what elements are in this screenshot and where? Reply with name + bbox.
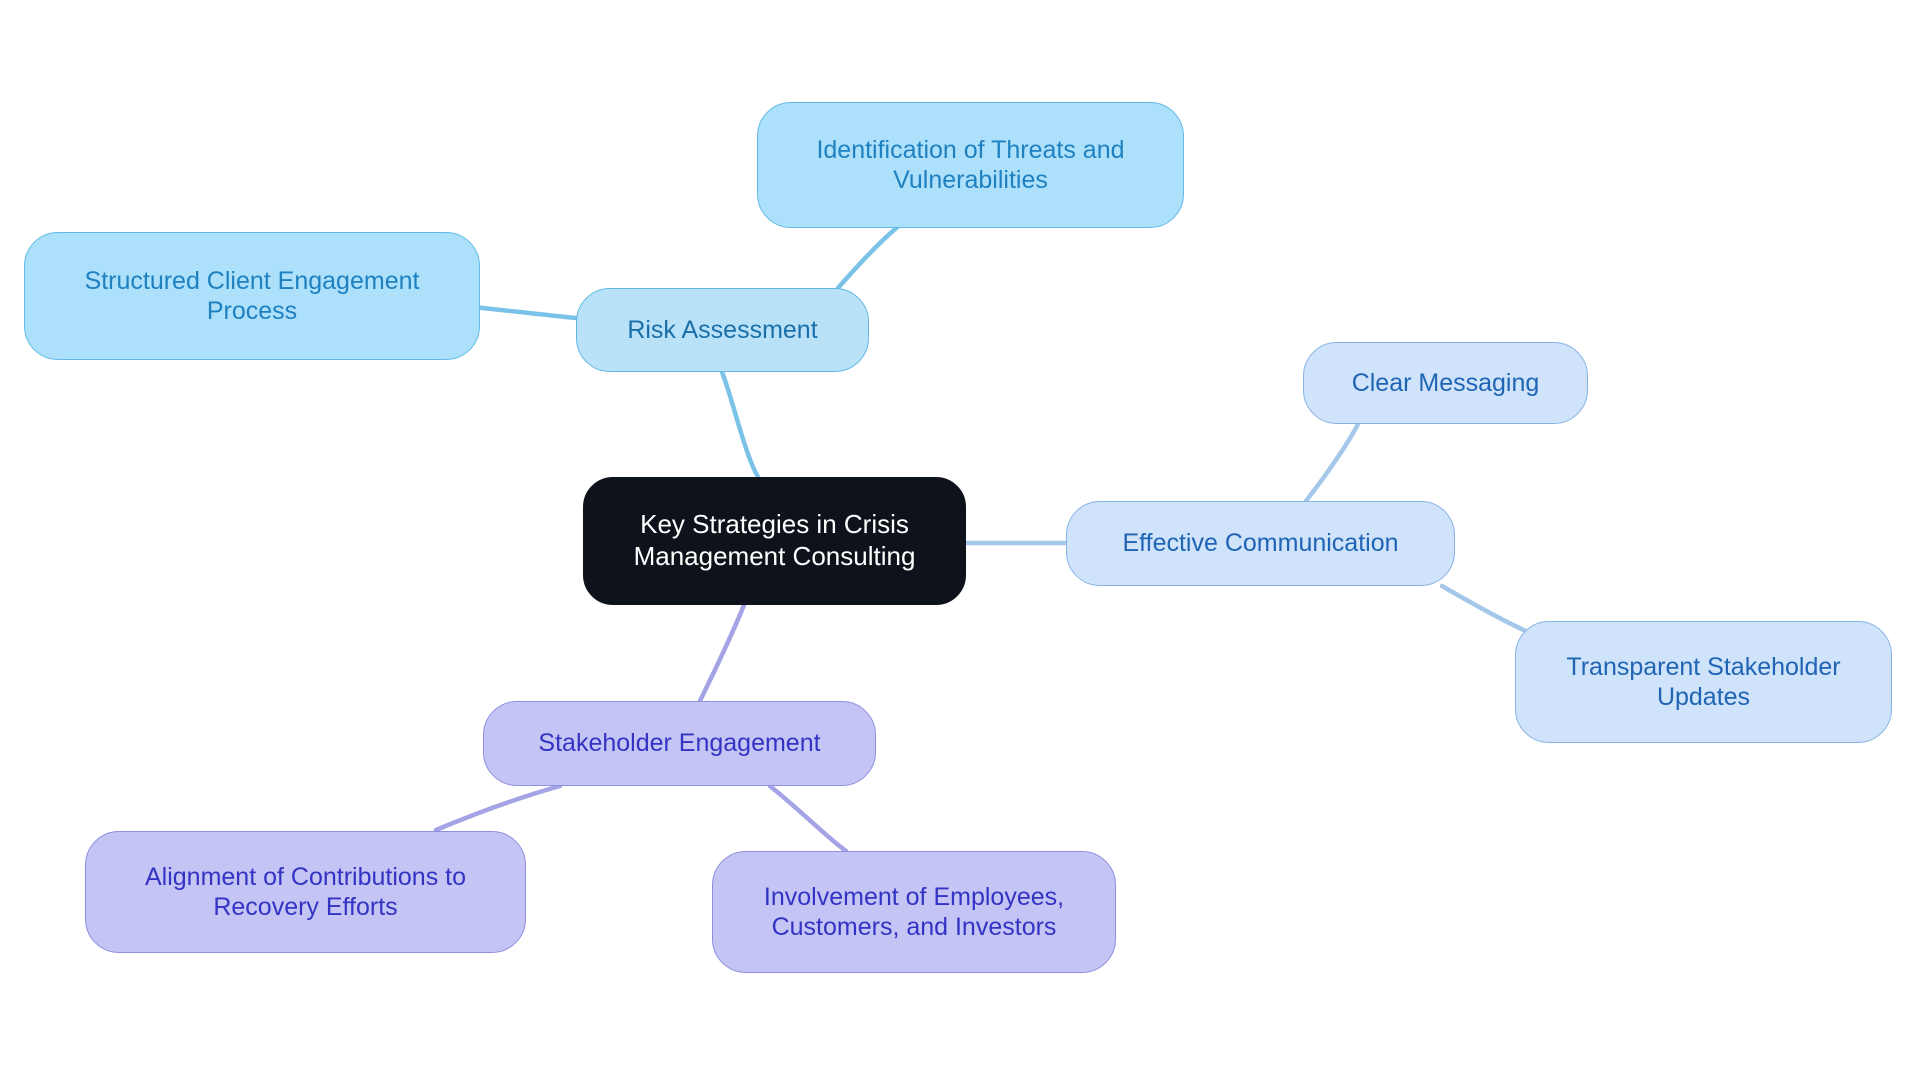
- node-label-risk-assessment: Risk Assessment: [627, 315, 818, 344]
- node-label-involvement-employees-customers-investors: Involvement of Employees, Customers, and…: [763, 882, 1065, 942]
- edge-stakeholder-alignment: [433, 783, 563, 833]
- node-label-effective-communication: Effective Communication: [1122, 529, 1399, 558]
- node-effective-communication[interactable]: Effective Communication: [1066, 501, 1455, 586]
- node-label-clear-messaging: Clear Messaging: [1351, 368, 1540, 397]
- edge-comm-transparent: [1439, 583, 1531, 635]
- edge-root-risk: [719, 369, 763, 483]
- edge-risk-structured: [463, 303, 579, 321]
- node-label-threats-vulnerabilities: Identification of Threats and Vulnerabil…: [816, 135, 1125, 195]
- node-transparent-stakeholder-updates[interactable]: Transparent Stakeholder Updates: [1515, 621, 1892, 743]
- mindmap-canvas: Key Strategies in Crisis Management Cons…: [0, 0, 1920, 1083]
- node-label-root: Key Strategies in Crisis Management Cons…: [633, 509, 916, 571]
- node-alignment-contributions-recovery[interactable]: Alignment of Contributions to Recovery E…: [85, 831, 526, 953]
- node-label-transparent-stakeholder-updates: Transparent Stakeholder Updates: [1566, 652, 1841, 712]
- node-structured-client-engagement[interactable]: Structured Client Engagement Process: [24, 232, 480, 360]
- node-stakeholder-engagement[interactable]: Stakeholder Engagement: [483, 701, 876, 786]
- node-label-stakeholder-engagement: Stakeholder Engagement: [538, 729, 821, 758]
- node-root[interactable]: Key Strategies in Crisis Management Cons…: [583, 477, 966, 605]
- node-risk-assessment[interactable]: Risk Assessment: [576, 288, 869, 372]
- node-label-alignment-contributions-recovery: Alignment of Contributions to Recovery E…: [144, 862, 466, 922]
- edge-comm-clear: [1303, 421, 1361, 504]
- node-label-structured-client-engagement: Structured Client Engagement Process: [84, 266, 420, 326]
- node-clear-messaging[interactable]: Clear Messaging: [1303, 342, 1588, 424]
- edge-root-stakeholder: [697, 602, 747, 704]
- node-threats-vulnerabilities[interactable]: Identification of Threats and Vulnerabil…: [757, 102, 1184, 228]
- node-involvement-employees-customers-investors[interactable]: Involvement of Employees, Customers, and…: [712, 851, 1116, 973]
- edge-stakeholder-involvement: [767, 783, 849, 854]
